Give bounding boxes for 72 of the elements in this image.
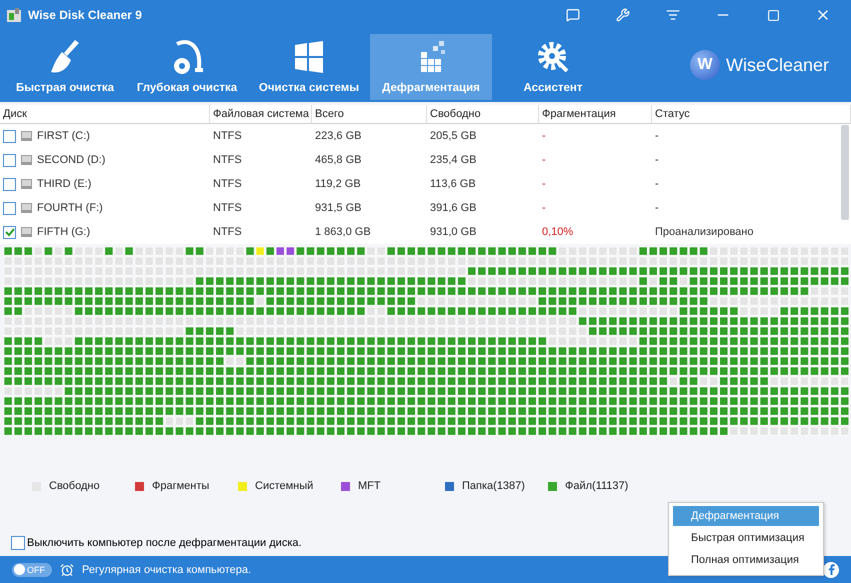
table-cell-text: 223,6 GB xyxy=(314,129,362,144)
table-cell-text: 391,6 GB xyxy=(429,201,478,216)
alarm-clock-icon xyxy=(60,562,74,576)
table-cell-text: - xyxy=(541,129,547,144)
brand-name: WiseCleaner xyxy=(726,54,829,76)
table-cell-text: 465,8 GB xyxy=(314,153,362,168)
table-cell-text: - xyxy=(541,153,547,168)
nav-tab[interactable]: Ассистент xyxy=(492,34,614,100)
drive-icon xyxy=(20,226,33,238)
column-header[interactable]: Всего xyxy=(312,105,427,124)
wrench-icon[interactable] xyxy=(616,8,630,22)
table-cell-text: 205,5 GB xyxy=(429,129,478,144)
column-header[interactable]: Свободно xyxy=(427,105,539,124)
app-logo-icon xyxy=(6,7,22,23)
drive-icon xyxy=(20,178,33,190)
drive-icon xyxy=(20,130,33,142)
shutdown-checkbox[interactable] xyxy=(11,536,25,550)
menu-item[interactable]: Полная оптимизация xyxy=(673,550,819,570)
message-icon[interactable] xyxy=(566,8,580,22)
row-checkbox[interactable] xyxy=(3,178,16,190)
row-checkbox[interactable] xyxy=(3,154,16,166)
table-cell-text: NTFS xyxy=(212,225,243,240)
table-cell-text: - xyxy=(654,201,660,216)
drive-name: THIRD (E:) xyxy=(37,178,92,190)
table-cell-text: - xyxy=(654,129,660,144)
table-cell-text: 1 863,0 GB xyxy=(314,225,372,240)
table-cell-text: - xyxy=(654,177,660,192)
column-header[interactable]: Файловая система xyxy=(210,105,312,124)
nav-tab[interactable]: Быстрая очистка xyxy=(4,34,126,100)
legend-label: Системный xyxy=(255,480,314,492)
legend-label: Фрагменты xyxy=(152,480,210,492)
drive-icon xyxy=(20,154,33,166)
table-cell-text: NTFS xyxy=(212,201,243,216)
menu-icon[interactable] xyxy=(666,8,680,22)
legend-label: Свободно xyxy=(49,480,100,492)
legend-label: MFT xyxy=(358,480,381,492)
table-cell-text: 931,5 GB xyxy=(314,201,362,216)
row-checkbox[interactable] xyxy=(3,130,16,142)
drive-name: FIRST (C:) xyxy=(37,130,90,142)
drive-name: FOURTH (F:) xyxy=(37,202,103,214)
column-header[interactable]: Диск xyxy=(0,105,210,124)
scrollbar-thumb[interactable] xyxy=(841,125,849,220)
table-cell-text: NTFS xyxy=(212,153,243,168)
maximize-icon[interactable] xyxy=(766,8,780,22)
row-checkbox[interactable] xyxy=(3,202,16,214)
schedule-label[interactable]: Регулярная очистка компьютера. xyxy=(82,564,252,576)
legend-label: Файл(11137) xyxy=(565,480,628,492)
drive-name: SECOND (D:) xyxy=(37,154,106,166)
table-cell-text: 0,10% xyxy=(541,225,574,240)
table-cell-text: NTFS xyxy=(212,129,243,144)
shutdown-label: Выключить компьютер после дефрагментации диска. xyxy=(27,536,302,548)
table-cell-text: NTFS xyxy=(212,177,243,192)
table-cell-text: 119,2 GB xyxy=(314,177,362,192)
window-title: Wise Disk Cleaner 9 xyxy=(28,8,143,22)
table-cell-text: Проанализировано xyxy=(654,225,754,240)
nav-tab[interactable]: Очистка системы xyxy=(248,34,370,100)
legend-label: Папка(1387) xyxy=(462,480,525,492)
table-cell-text: - xyxy=(541,201,547,216)
row-checkbox[interactable] xyxy=(3,226,16,238)
nav-tab[interactable]: Глубокая очистка xyxy=(126,34,248,100)
table-cell-text: 113,6 GB xyxy=(429,177,477,192)
column-header[interactable]: Статус xyxy=(652,105,851,124)
drive-name: FIFTH (G:) xyxy=(37,226,90,238)
table-cell-text: - xyxy=(654,153,660,168)
table-cell-text: - xyxy=(541,177,547,192)
facebook-icon[interactable] xyxy=(823,562,839,578)
table-cell-text: 931,0 GB xyxy=(429,225,478,240)
column-header[interactable]: Фрагментация xyxy=(539,105,652,124)
table-cell-text: 235,4 GB xyxy=(429,153,478,168)
brand-logo: W xyxy=(690,50,720,80)
menu-item[interactable]: Быстрая оптимизация xyxy=(673,528,819,548)
drive-icon xyxy=(20,202,33,214)
